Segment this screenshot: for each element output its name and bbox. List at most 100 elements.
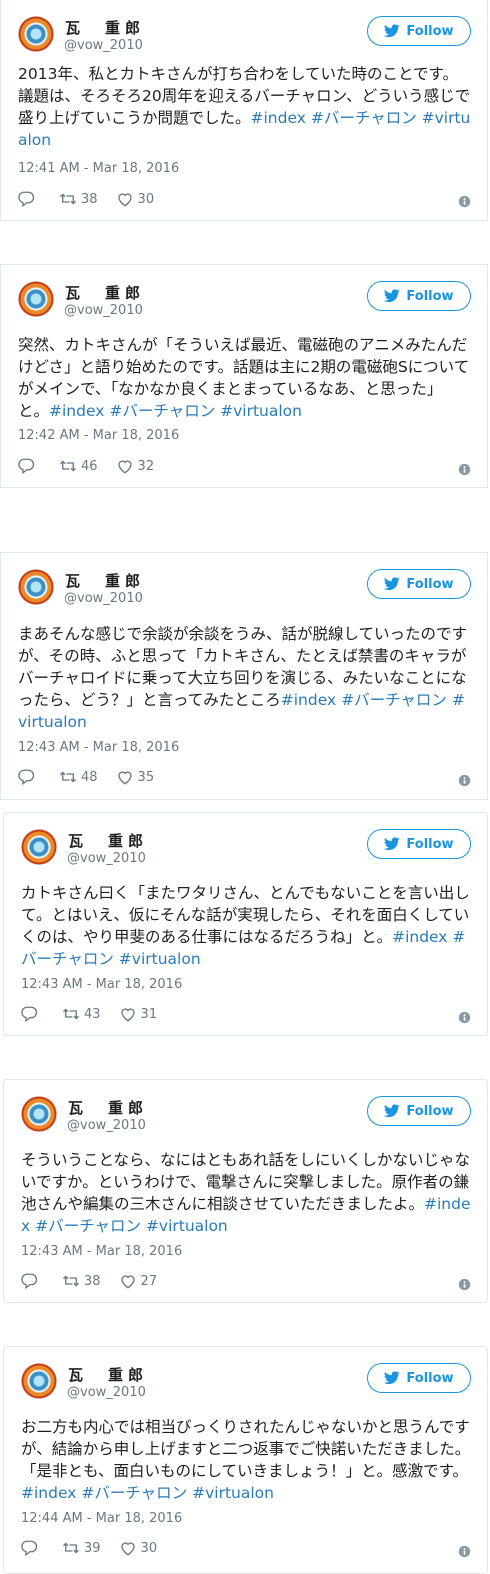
twitter-bird-icon bbox=[384, 837, 401, 851]
tweet-actions: 46 32 bbox=[17, 456, 154, 476]
hashtag-link[interactable]: #バーチャロン bbox=[311, 109, 417, 127]
info-button[interactable] bbox=[458, 1276, 471, 1291]
tweet-timestamp[interactable]: 12:43 AM - Mar 18, 2016 bbox=[21, 977, 182, 992]
tweet-actions: 38 27 bbox=[20, 1271, 157, 1291]
like-button[interactable]: 30 bbox=[119, 1539, 157, 1557]
twitter-bird-icon bbox=[384, 1371, 401, 1385]
like-button[interactable]: 27 bbox=[119, 1272, 157, 1290]
tweet-timestamp[interactable]: 12:42 AM - Mar 18, 2016 bbox=[18, 428, 179, 443]
hashtag-link[interactable]: #バーチャロン bbox=[341, 691, 447, 709]
user-handle[interactable]: @vow_2010 bbox=[64, 38, 143, 53]
tweet-timestamp[interactable]: 12:43 AM - Mar 18, 2016 bbox=[18, 740, 179, 755]
tweet-card[interactable]: 瓦 重郎 @vow_2010 Follow 突然、カトキさんが「そういえば最近、電磁砲… bbox=[0, 264, 488, 488]
like-button[interactable]: 31 bbox=[119, 1005, 157, 1023]
reply-icon bbox=[18, 458, 35, 475]
reply-button[interactable] bbox=[20, 1272, 38, 1290]
tweet-text: 2013年、私とカトキさんが打ち合わをしていた時のことです。議題は、そろそろ20… bbox=[18, 63, 473, 151]
info-icon bbox=[458, 1545, 471, 1558]
retweet-button[interactable]: 48 bbox=[59, 768, 98, 786]
retweet-button[interactable]: 43 bbox=[62, 1005, 101, 1023]
info-button[interactable] bbox=[458, 461, 471, 476]
follow-button[interactable]: Follow bbox=[367, 281, 471, 311]
avatar[interactable] bbox=[21, 829, 57, 865]
hashtag-link[interactable]: #index bbox=[281, 691, 336, 709]
hashtag-link[interactable]: #virtualon bbox=[119, 950, 201, 968]
like-button[interactable]: 32 bbox=[116, 457, 154, 475]
avatar[interactable] bbox=[18, 16, 54, 52]
tweet-actions: 39 30 bbox=[20, 1538, 157, 1558]
heart-icon bbox=[117, 460, 132, 474]
display-name[interactable]: 瓦 重郎 bbox=[65, 570, 145, 591]
hashtag-link[interactable]: #virtualon bbox=[192, 1484, 274, 1502]
display-name[interactable]: 瓦 重郎 bbox=[65, 282, 145, 303]
hashtag-link[interactable]: #index bbox=[21, 1484, 76, 1502]
hashtag-link[interactable]: #index bbox=[251, 109, 306, 127]
hashtag-link[interactable]: #virtualon bbox=[146, 1217, 228, 1235]
avatar[interactable] bbox=[18, 281, 54, 317]
display-name[interactable]: 瓦 重郎 bbox=[68, 830, 148, 851]
display-name[interactable]: 瓦 重郎 bbox=[68, 1097, 148, 1118]
follow-button[interactable]: Follow bbox=[367, 829, 471, 859]
tweet-card[interactable]: 瓦 重郎 @vow_2010 Follow 2013年、私とカトキさんが打ち合わをして… bbox=[0, 0, 488, 221]
retweet-button[interactable]: 39 bbox=[62, 1539, 101, 1557]
follow-button[interactable]: Follow bbox=[367, 16, 471, 46]
reply-button[interactable] bbox=[17, 768, 35, 786]
tweet-timestamp[interactable]: 12:41 AM - Mar 18, 2016 bbox=[18, 161, 179, 176]
hashtag-link[interactable]: #virtualon bbox=[220, 402, 302, 420]
heart-icon bbox=[117, 771, 132, 785]
user-handle[interactable]: @vow_2010 bbox=[64, 303, 143, 318]
follow-button[interactable]: Follow bbox=[367, 569, 471, 599]
hashtag-link[interactable]: #index bbox=[392, 928, 447, 946]
retweet-button[interactable]: 46 bbox=[59, 457, 98, 475]
info-icon bbox=[458, 463, 471, 476]
reply-button[interactable] bbox=[20, 1539, 38, 1557]
retweet-button[interactable]: 38 bbox=[59, 190, 98, 208]
tweet-text: そういうことなら、なにはともあれ話をしにいくしかないじゃないですか。というわけで… bbox=[21, 1149, 476, 1237]
hashtag-link[interactable]: #バーチャロン bbox=[109, 402, 215, 420]
info-button[interactable] bbox=[458, 193, 471, 208]
tweet-timestamp[interactable]: 12:43 AM - Mar 18, 2016 bbox=[21, 1244, 182, 1259]
tweet-card[interactable]: 瓦 重郎 @vow_2010 Follow お二方も内心では相当びっくりされたんじゃな… bbox=[3, 1346, 488, 1574]
follow-button[interactable]: Follow bbox=[367, 1363, 471, 1393]
like-button[interactable]: 35 bbox=[116, 768, 155, 786]
reply-button[interactable] bbox=[20, 1005, 38, 1023]
reply-button[interactable] bbox=[17, 190, 35, 208]
user-handle[interactable]: @vow_2010 bbox=[67, 1385, 146, 1400]
tweet-text: 突然、カトキさんが「そういえば最近、電磁砲のアニメみたんだけどさ」と語り始めたの… bbox=[18, 334, 473, 422]
reply-button[interactable] bbox=[17, 457, 35, 475]
heart-icon bbox=[120, 1542, 135, 1556]
retweet-count: 38 bbox=[84, 1273, 101, 1289]
info-icon bbox=[458, 1011, 471, 1024]
tweet-card[interactable]: 瓦 重郎 @vow_2010 Follow まあそんな感じで余談が余談をうみ、話が脱線… bbox=[0, 552, 488, 800]
like-count: 35 bbox=[137, 769, 155, 785]
retweet-icon bbox=[63, 1275, 79, 1287]
info-button[interactable] bbox=[458, 1543, 471, 1558]
user-handle[interactable]: @vow_2010 bbox=[67, 851, 146, 866]
follow-button[interactable]: Follow bbox=[367, 1096, 471, 1126]
follow-label: Follow bbox=[406, 23, 454, 39]
info-button[interactable] bbox=[458, 772, 471, 787]
like-button[interactable]: 30 bbox=[116, 190, 155, 208]
like-count: 30 bbox=[137, 191, 155, 207]
tweet-timestamp[interactable]: 12:44 AM - Mar 18, 2016 bbox=[21, 1511, 182, 1526]
user-handle[interactable]: @vow_2010 bbox=[64, 591, 143, 606]
tweet-body: お二方も内心では相当びっくりされたんじゃないかと思うんですが、結論から申し上げま… bbox=[21, 1418, 471, 1480]
avatar[interactable] bbox=[21, 1096, 57, 1132]
tweet-text: お二方も内心では相当びっくりされたんじゃないかと思うんですが、結論から申し上げま… bbox=[21, 1416, 476, 1504]
tweet-card[interactable]: 瓦 重郎 @vow_2010 Follow そういうことなら、なにはともあれ話をしにい… bbox=[3, 1079, 488, 1303]
hashtag-link[interactable]: #バーチャロン bbox=[35, 1217, 141, 1235]
retweet-button[interactable]: 38 bbox=[62, 1272, 101, 1290]
display-name[interactable]: 瓦 重郎 bbox=[68, 1364, 148, 1385]
hashtag-link[interactable]: #バーチャロン bbox=[81, 1484, 187, 1502]
tweet-actions: 38 30 bbox=[17, 189, 154, 209]
hashtag-link[interactable]: #index bbox=[49, 402, 104, 420]
tweet-card[interactable]: 瓦 重郎 @vow_2010 Follow カトキさん曰く「またワタリさん、とんでもな… bbox=[3, 812, 488, 1036]
user-handle[interactable]: @vow_2010 bbox=[67, 1118, 146, 1133]
twitter-bird-icon bbox=[384, 1104, 401, 1118]
display-name[interactable]: 瓦 重郎 bbox=[65, 17, 145, 38]
avatar[interactable] bbox=[18, 569, 54, 605]
follow-label: Follow bbox=[406, 576, 454, 592]
info-button[interactable] bbox=[458, 1009, 471, 1024]
retweet-icon bbox=[63, 1542, 79, 1554]
avatar[interactable] bbox=[21, 1363, 57, 1399]
